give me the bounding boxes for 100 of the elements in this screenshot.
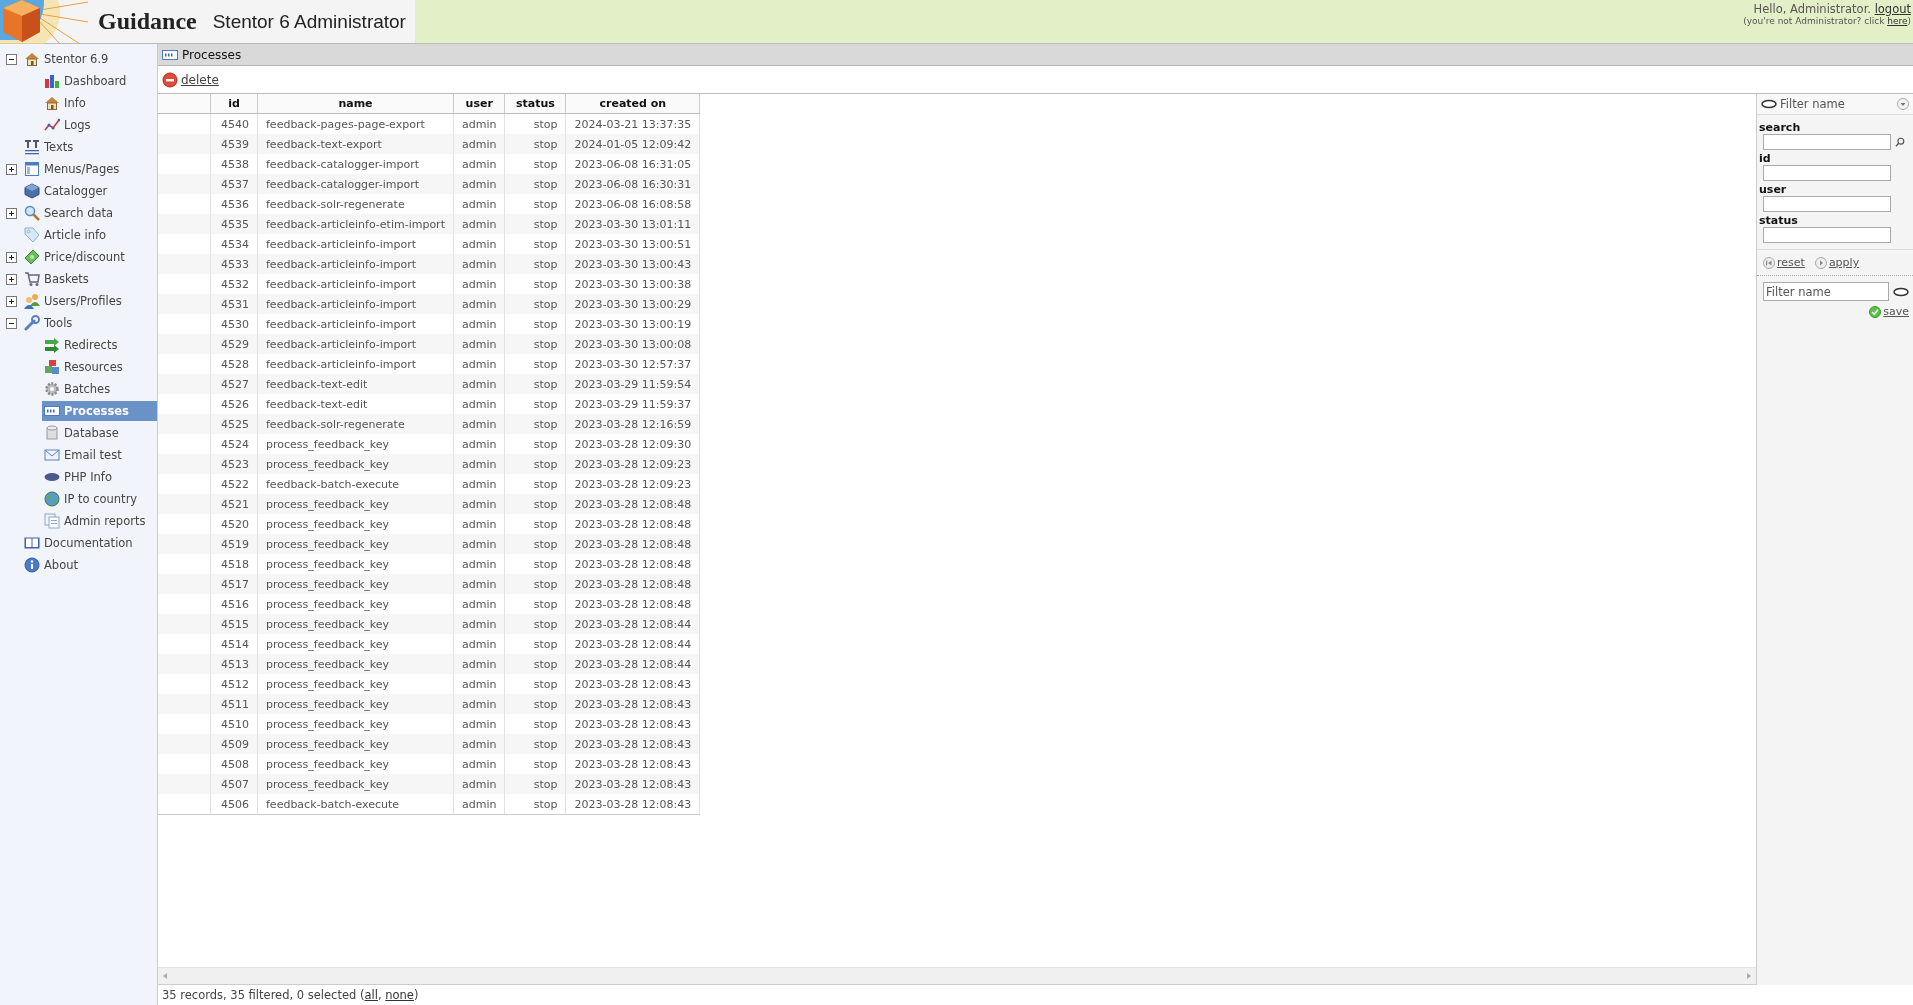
- check-circle-icon: [1869, 305, 1882, 318]
- here-link[interactable]: here: [1887, 16, 1908, 26]
- table-cell: 2024-01-05 12:09:42: [565, 134, 700, 154]
- table-cell: stop: [504, 734, 566, 754]
- sidebar-item[interactable]: Search data: [22, 203, 157, 223]
- table-cell: admin: [453, 694, 505, 714]
- sidebar-item[interactable]: Texts: [22, 137, 157, 157]
- filter-input[interactable]: [1763, 165, 1891, 181]
- table-cell: stop: [504, 774, 566, 794]
- column-header[interactable]: user: [453, 94, 505, 114]
- sidebar-item[interactable]: PHP Info: [42, 467, 157, 487]
- column-header[interactable]: id: [210, 94, 258, 114]
- table-row[interactable]: 4531 feedback-articleinfo-import admin stop 2023-03-30 13:00:29: [158, 294, 700, 314]
- tree-toggle[interactable]: [5, 251, 17, 263]
- sidebar-item[interactable]: About: [22, 555, 157, 575]
- select-link[interactable]: none: [385, 988, 414, 1002]
- sidebar-item[interactable]: Database: [42, 423, 157, 443]
- table-cell: 2023-03-30 13:00:29: [565, 294, 700, 314]
- sidebar-item[interactable]: Dashboard: [42, 71, 157, 91]
- column-header[interactable]: status: [504, 94, 566, 114]
- column-header[interactable]: name: [257, 94, 454, 114]
- table-row[interactable]: 4537 feedback-catalogger-import admin stop 2023-06-08 16:30:31: [158, 174, 700, 194]
- table-row[interactable]: 4506 feedback-batch-execute admin stop 2023-03-28 12:08:43: [158, 794, 700, 815]
- table-row[interactable]: 4509 process_feedback_key admin stop 2023-03-28 12:08:43: [158, 734, 700, 754]
- table-cell: feedback-articleinfo-import: [257, 294, 454, 314]
- people-icon: [24, 293, 40, 309]
- filter-input[interactable]: [1763, 134, 1891, 150]
- brand-name: Guidance: [98, 8, 197, 35]
- sidebar-item[interactable]: Catalogger: [22, 181, 157, 201]
- save-link[interactable]: save: [1869, 305, 1909, 318]
- table-row[interactable]: 4523 process_feedback_key admin stop 2023-03-28 12:09:23: [158, 454, 700, 474]
- sidebar-item[interactable]: Resources: [42, 357, 157, 377]
- tree-toggle[interactable]: [5, 207, 17, 219]
- table-row[interactable]: 4535 feedback-articleinfo-etim-import admin stop 2023-03-30 13:01:11: [158, 214, 700, 234]
- delete-link[interactable]: delete: [162, 71, 219, 88]
- sidebar-item[interactable]: Info: [42, 93, 157, 113]
- table-cell: stop: [504, 174, 566, 194]
- logout-link[interactable]: logout: [1874, 2, 1911, 16]
- oval-icon: [1761, 99, 1777, 109]
- tree-toggle[interactable]: [5, 273, 17, 285]
- table-cell: admin: [453, 454, 505, 474]
- field-label: status: [1759, 214, 1799, 227]
- sidebar-item[interactable]: Batches: [42, 379, 157, 399]
- greeting-text: Hello, Administrator. logout: [1752, 2, 1911, 16]
- table-row[interactable]: 4511 process_feedback_key admin stop 2023-03-28 12:08:43: [158, 694, 700, 714]
- window-icon: [24, 161, 40, 177]
- table-row[interactable]: 4527 feedback-text-edit admin stop 2023-03-29 11:59:54: [158, 374, 700, 394]
- table-row[interactable]: 4515 process_feedback_key admin stop 2023-03-28 12:08:44: [158, 614, 700, 634]
- table-cell: 4506: [210, 794, 258, 815]
- sidebar-item[interactable]: IP to country: [42, 489, 157, 509]
- apply-link[interactable]: apply: [1814, 256, 1860, 269]
- table-cell: feedback-solr-regenerate: [257, 414, 454, 434]
- table-row[interactable]: 4517 process_feedback_key admin stop 2023-03-28 12:08:48: [158, 574, 700, 594]
- filter-name-input[interactable]: Filter name: [1763, 282, 1889, 301]
- table-row[interactable]: 4525 feedback-solr-regenerate admin stop 2023-03-28 12:16:59: [158, 414, 700, 434]
- field-label: search: [1759, 121, 1802, 134]
- sidebar-item[interactable]: Tools: [22, 313, 157, 333]
- table-cell: feedback-text-export: [257, 134, 454, 154]
- sidebar-item[interactable]: Redirects: [42, 335, 157, 355]
- table-cell: stop: [504, 614, 566, 634]
- tree-toggle[interactable]: [5, 317, 17, 329]
- table-row[interactable]: 4529 feedback-articleinfo-import admin stop 2023-03-30 13:00:08: [158, 334, 700, 354]
- search-icon: [24, 205, 40, 221]
- notice-text: (you're not Administrator? click here): [1743, 16, 1911, 26]
- table-row[interactable]: 4521 process_feedback_key admin stop 2023-03-28 12:08:48: [158, 494, 700, 514]
- table-cell: admin: [453, 734, 505, 754]
- table-cell: stop: [504, 694, 566, 714]
- dropdown-icon[interactable]: [1897, 98, 1909, 110]
- table-row[interactable]: 4519 process_feedback_key admin stop 2023-03-28 12:08:48: [158, 534, 700, 554]
- filter-input[interactable]: [1763, 196, 1891, 212]
- table-row[interactable]: 4533 feedback-articleinfo-import admin stop 2023-03-30 13:00:43: [158, 254, 700, 274]
- sidebar-item[interactable]: Menus/Pages: [22, 159, 157, 179]
- sidebar-item[interactable]: Documentation: [22, 533, 157, 553]
- column-header[interactable]: created on: [565, 94, 700, 114]
- reset-link[interactable]: reset: [1763, 256, 1805, 269]
- table-cell: process_feedback_key: [257, 614, 454, 634]
- sidebar-item[interactable]: Price/discount: [22, 247, 157, 267]
- table-cell: feedback-text-edit: [257, 374, 454, 394]
- tree-toggle[interactable]: [5, 163, 17, 175]
- table-cell: stop: [504, 294, 566, 314]
- filter-input[interactable]: [1763, 227, 1891, 243]
- oval-icon: [1893, 286, 1909, 297]
- table-row[interactable]: 4513 process_feedback_key admin stop 2023-03-28 12:08:44: [158, 654, 700, 674]
- tag-icon: [24, 227, 40, 243]
- table-row[interactable]: 4539 feedback-text-export admin stop 2024-01-05 12:09:42: [158, 134, 700, 154]
- table-row[interactable]: 4507 process_feedback_key admin stop 2023-03-28 12:08:43: [158, 774, 700, 794]
- sidebar-item[interactable]: Baskets: [22, 269, 157, 289]
- table-cell: 4529: [210, 334, 258, 354]
- table-cell: 2023-03-28 12:08:43: [565, 734, 700, 754]
- sidebar-item[interactable]: Email test: [42, 445, 157, 465]
- sidebar-item[interactable]: Logs: [42, 115, 157, 135]
- globe-icon: [44, 491, 60, 507]
- select-link[interactable]: all: [364, 988, 378, 1002]
- tree-toggle[interactable]: [5, 295, 17, 307]
- sidebar-item[interactable]: Users/Profiles: [22, 291, 157, 311]
- tree-toggle[interactable]: [5, 53, 17, 65]
- sidebar-item[interactable]: Stentor 6.9: [22, 49, 157, 69]
- sidebar-item[interactable]: Admin reports: [42, 511, 157, 531]
- search-icon[interactable]: [1895, 137, 1905, 147]
- sidebar-item[interactable]: Article info: [22, 225, 157, 245]
